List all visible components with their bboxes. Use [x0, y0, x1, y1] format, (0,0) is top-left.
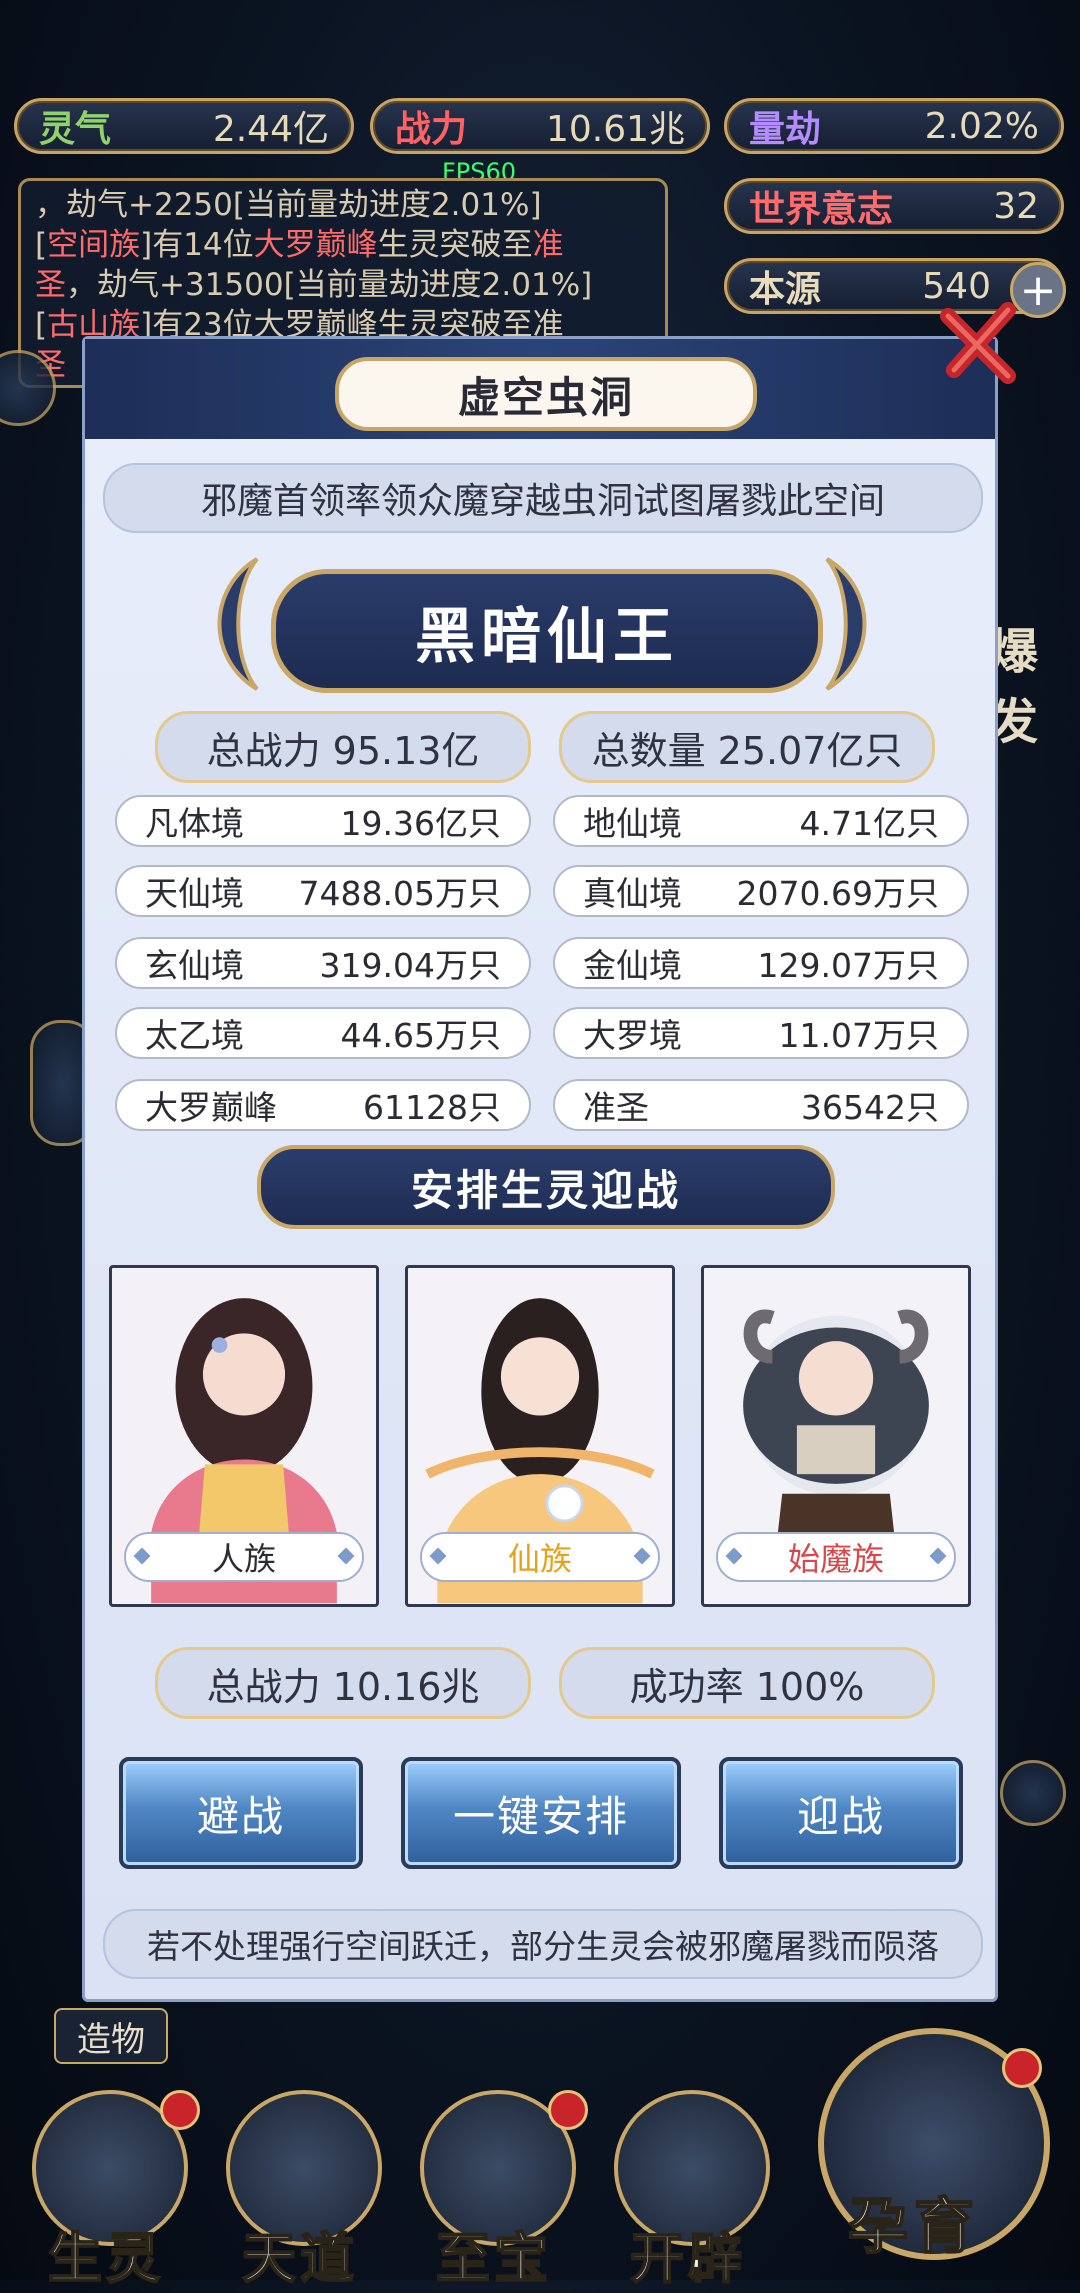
our-total-power: 总战力 10.16兆: [155, 1647, 531, 1719]
warning-note: 若不处理强行空间跃迁，部分生灵会被邪魔屠戮而陨落: [103, 1909, 983, 1979]
benyuan-label: 本源: [749, 269, 822, 310]
log-line: [空间族]有14位大罗巅峰生灵突破至准: [35, 225, 651, 265]
realm-count: 2070.69万只: [736, 874, 939, 913]
enemy-total-power: 总战力 95.13亿: [155, 711, 531, 783]
side-right-icon[interactable]: [1000, 1760, 1066, 1826]
deploy-section-title: 安排生灵迎战: [257, 1145, 835, 1229]
race-label-immortal: 仙族: [420, 1532, 660, 1582]
realm-row: 玄仙境 319.04万只: [115, 937, 531, 989]
log-line: ，劫气+2250[当前量劫进度2.01%]: [35, 185, 651, 225]
nav-shengling[interactable]: 生灵: [16, 2090, 200, 2291]
log-text: ，劫气+2250[当前量劫进度2.01%]: [35, 187, 542, 223]
realm-name: 准圣: [583, 1088, 649, 1127]
race-card-demon[interactable]: 始魔族: [701, 1265, 971, 1607]
realm-name: 凡体境: [145, 804, 244, 843]
realm-row: 大罗境 11.07万只: [553, 1007, 969, 1059]
realm-name: 大罗境: [583, 1016, 682, 1055]
realm-row: 地仙境 4.71亿只: [553, 795, 969, 847]
nav-zhibao[interactable]: 至宝: [404, 2090, 588, 2291]
race-card-human[interactable]: 人族: [109, 1265, 379, 1607]
nav-kaipi[interactable]: 开辟: [598, 2090, 778, 2291]
realm-count: 61128只: [363, 1088, 501, 1127]
void-wormhole-dialog: 虚空虫洞 邪魔首领率领众魔穿越虫洞试图屠戮此空间 黑暗仙王 总战力 95.13亿…: [82, 336, 998, 2002]
realm-name: 太乙境: [145, 1016, 244, 1055]
realm-name: 玄仙境: [145, 946, 244, 985]
realm-name: 大罗巅峰: [145, 1088, 277, 1127]
lingqi-resource[interactable]: 灵气 2.44亿: [14, 98, 354, 154]
enemy-total-count: 总数量 25.07亿只: [559, 711, 935, 783]
race-label-human: 人族: [124, 1532, 364, 1582]
nav-tiandao[interactable]: 天道: [210, 2090, 390, 2291]
realm-count: 19.36亿只: [340, 804, 501, 843]
log-realm: 大罗巅峰: [253, 227, 378, 263]
nav-yunyu[interactable]: 孕育: [818, 2028, 1058, 2268]
log-text: [: [35, 227, 48, 263]
notification-dot: [1002, 2048, 1042, 2088]
nav-kaipi-label: 开辟: [629, 2226, 746, 2291]
realm-count: 11.07万只: [778, 1016, 939, 1055]
dialog-title: 虚空虫洞: [335, 357, 757, 431]
race-label-demon: 始魔族: [716, 1532, 956, 1582]
realm-row: 金仙境 129.07万只: [553, 937, 969, 989]
realm-name: 地仙境: [583, 804, 682, 843]
log-text: 生灵突破至: [377, 227, 533, 263]
right-wing-ornament: [825, 557, 867, 691]
log-text: [: [35, 307, 48, 343]
liangjie-resource[interactable]: 量劫 2.02%: [724, 98, 1064, 154]
realm-count: 319.04万只: [319, 946, 501, 985]
log-realm: 圣: [35, 267, 66, 303]
zhanli-resource[interactable]: 战力 10.61兆: [370, 98, 710, 154]
realm-name: 真仙境: [583, 874, 682, 913]
nav-zhibao-label: 至宝: [435, 2226, 552, 2291]
realm-row: 真仙境 2070.69万只: [553, 865, 969, 917]
nav-yunyu-label: 孕育: [847, 2191, 980, 2263]
realm-row: 凡体境 19.36亿只: [115, 795, 531, 847]
realm-count: 36542只: [801, 1088, 939, 1127]
realm-name: 天仙境: [145, 874, 244, 913]
plus-icon: +: [1019, 264, 1057, 316]
notification-dot: [160, 2090, 200, 2130]
side-baofa-label[interactable]: 爆发: [990, 612, 1080, 752]
nav-shengling-label: 生灵: [47, 2226, 164, 2291]
success-rate: 成功率 100%: [559, 1647, 935, 1719]
event-description: 邪魔首领率领众魔穿越虫洞试图屠戮此空间: [103, 463, 983, 533]
lingqi-value: 2.44亿: [212, 109, 329, 150]
realm-name: 金仙境: [583, 946, 682, 985]
realm-count: 7488.05万只: [298, 874, 501, 913]
liangjie-label: 量劫: [749, 109, 822, 150]
zhanli-label: 战力: [395, 109, 468, 150]
zaowu-button[interactable]: 造物: [54, 2008, 168, 2064]
log-race: 空间族: [47, 227, 141, 263]
nav-tiandao-label: 天道: [241, 2226, 358, 2291]
realm-row: 天仙境 7488.05万只: [115, 865, 531, 917]
realm-row: 大罗巅峰 61128只: [115, 1079, 531, 1131]
fight-button[interactable]: 迎战: [719, 1757, 963, 1869]
log-realm: 准: [532, 227, 564, 263]
notification-dot: [548, 2090, 588, 2130]
left-wing-ornament: [217, 557, 259, 691]
auto-arrange-button[interactable]: 一键安排: [401, 1757, 681, 1869]
log-text: ]有14位: [140, 227, 254, 263]
realm-count: 4.71亿只: [799, 804, 939, 843]
liangjie-value: 2.02%: [924, 105, 1039, 147]
shijie-yizhi-value: 32: [993, 185, 1039, 227]
log-line: 圣，劫气+31500[当前量劫进度2.01%]: [35, 265, 651, 305]
shijie-yizhi-label: 世界意志: [749, 189, 894, 230]
race-card-immortal[interactable]: 仙族: [405, 1265, 675, 1607]
realm-row: 准圣 36542只: [553, 1079, 969, 1131]
shijie-yizhi-resource[interactable]: 世界意志 32: [724, 178, 1064, 234]
zhanli-value: 10.61兆: [545, 109, 685, 150]
avoid-battle-button[interactable]: 避战: [119, 1757, 363, 1869]
lingqi-label: 灵气: [39, 109, 112, 150]
log-text: ，劫气+31500[当前量劫进度2.01%]: [66, 267, 593, 303]
realm-count: 129.07万只: [757, 946, 939, 985]
realm-count: 44.65万只: [340, 1016, 501, 1055]
boss-name-plate: 黑暗仙王: [271, 569, 823, 693]
realm-row: 太乙境 44.65万只: [115, 1007, 531, 1059]
close-icon[interactable]: [938, 300, 1024, 386]
